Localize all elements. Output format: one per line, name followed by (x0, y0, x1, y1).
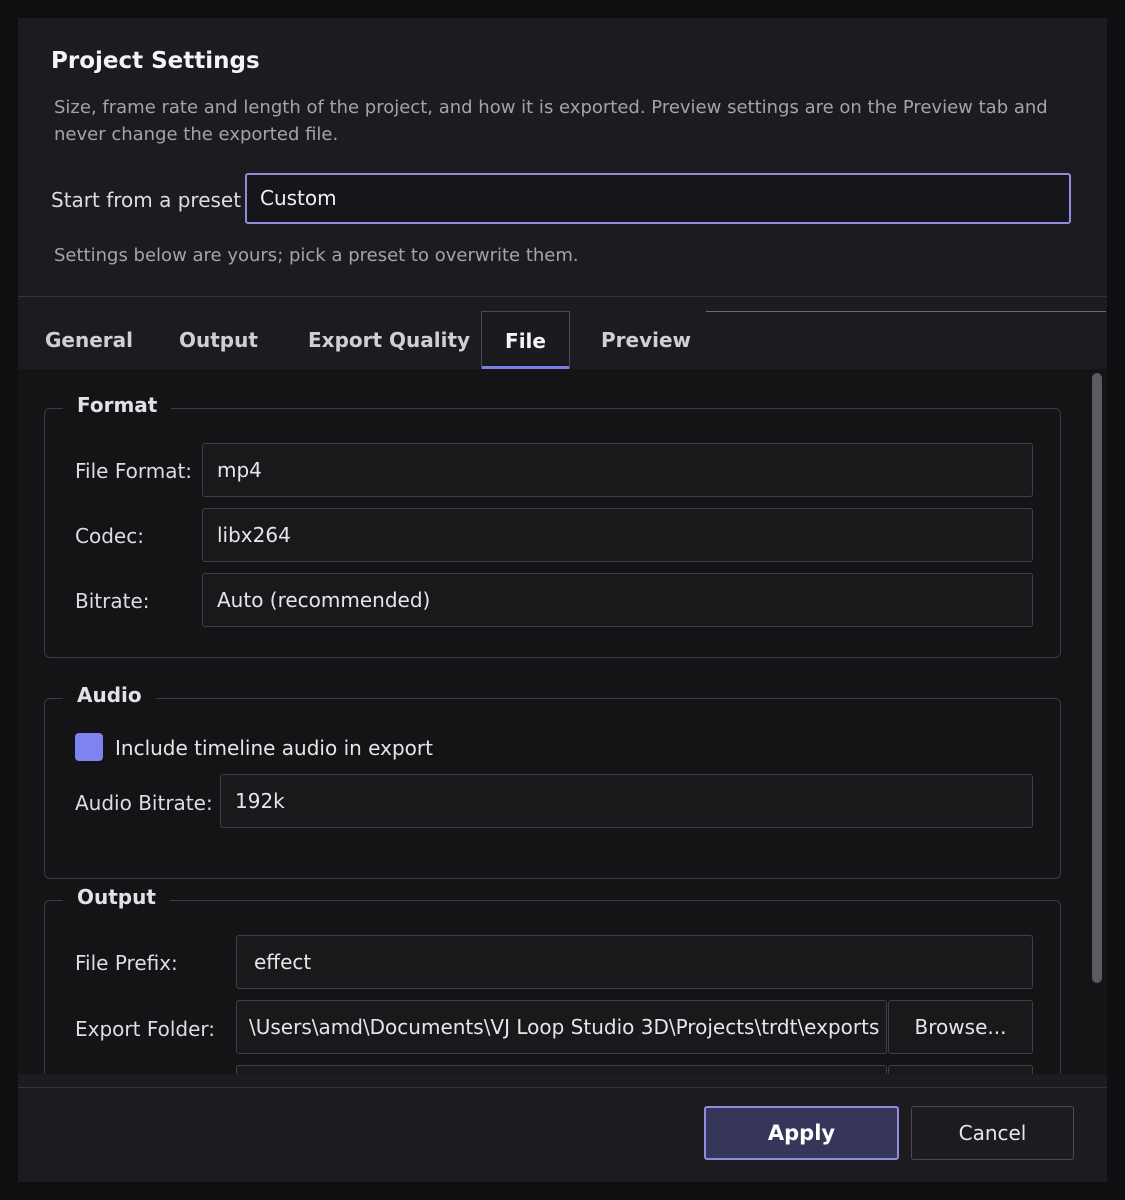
header-divider (18, 296, 1107, 297)
export-folder-input[interactable]: \Users\amd\Documents\VJ Loop Studio 3D\P… (236, 1000, 887, 1054)
preset-select[interactable]: Custom (245, 173, 1071, 224)
codec-label: Codec: (75, 524, 144, 548)
codec-select[interactable]: libx264 (202, 508, 1033, 562)
bitrate-label: Bitrate: (75, 589, 150, 613)
format-group: Format File Format: mp4 Codec: libx264 B… (44, 393, 1061, 658)
partial-button[interactable] (888, 1065, 1033, 1074)
tab-content-file: Format File Format: mp4 Codec: libx264 B… (18, 369, 1107, 1074)
dialog-description: Size, frame rate and length of the proje… (54, 97, 1048, 145)
browse-button[interactable]: Browse... (888, 1000, 1033, 1054)
partial-field[interactable] (236, 1065, 887, 1074)
output-group: Output File Prefix: effect Export Folder… (44, 885, 1061, 1074)
preset-label: Start from a preset (51, 188, 242, 212)
tab-file[interactable]: File (481, 311, 570, 369)
project-settings-dialog: Project Settings Size, frame rate and le… (18, 18, 1107, 1182)
scrollbar[interactable] (1092, 373, 1102, 983)
footer-divider (18, 1087, 1107, 1088)
audio-group: Audio Include timeline audio in export A… (44, 683, 1061, 879)
audio-bitrate-select[interactable]: 192k (220, 774, 1033, 828)
tab-preview[interactable]: Preview (601, 311, 691, 369)
tab-output[interactable]: Output (179, 311, 258, 369)
file-format-label: File Format: (75, 459, 193, 483)
cancel-button[interactable]: Cancel (911, 1106, 1074, 1160)
format-group-title: Format (63, 393, 172, 417)
include-audio-label[interactable]: Include timeline audio in export (115, 736, 433, 760)
page-title: Project Settings (51, 48, 260, 74)
preset-hint: Settings below are yours; pick a preset … (54, 245, 579, 266)
tab-export-quality[interactable]: Export Quality (308, 311, 470, 369)
audio-bitrate-label: Audio Bitrate: (75, 791, 213, 815)
export-folder-label: Export Folder: (75, 1017, 216, 1041)
include-audio-checkbox[interactable] (75, 733, 103, 761)
file-format-select[interactable]: mp4 (202, 443, 1033, 497)
output-group-title: Output (63, 885, 170, 909)
audio-group-title: Audio (63, 683, 156, 707)
file-prefix-input[interactable]: effect (236, 935, 1033, 989)
apply-button[interactable]: Apply (704, 1106, 899, 1160)
file-prefix-label: File Prefix: (75, 951, 178, 975)
tab-bar: General Output Export Quality File Previ… (18, 311, 1107, 369)
bitrate-select[interactable]: Auto (recommended) (202, 573, 1033, 627)
tab-general[interactable]: General (45, 311, 133, 369)
tabbar-line (706, 311, 1106, 312)
